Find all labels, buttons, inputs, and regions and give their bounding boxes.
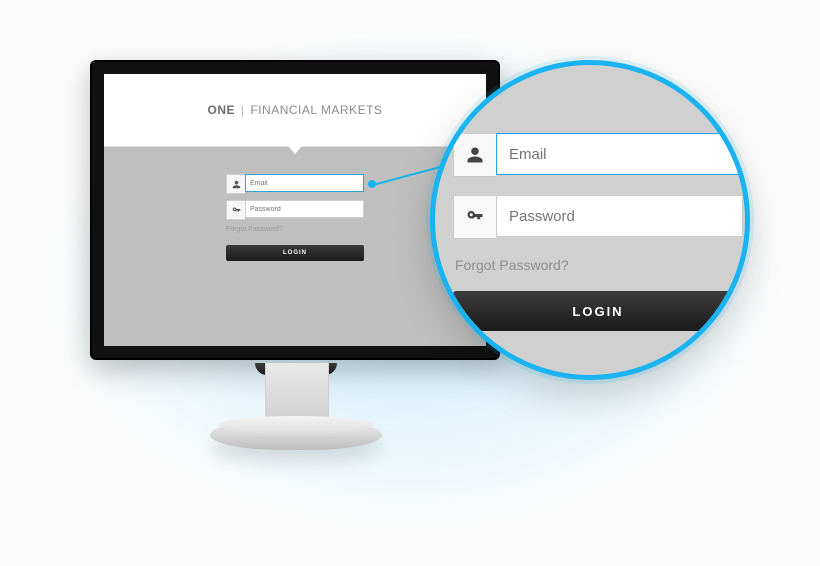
- password-field: [453, 195, 743, 239]
- login-button[interactable]: LOGIN: [453, 291, 743, 331]
- monitor-stand-base-top: [218, 416, 374, 434]
- brand-rest: FINANCIAL MARKETS: [250, 103, 382, 117]
- screen-header: ONE | FINANCIAL MARKETS: [104, 74, 486, 147]
- email-field-small: [226, 174, 364, 194]
- brand-logo: ONE | FINANCIAL MARKETS: [208, 103, 383, 117]
- header-notch: [288, 146, 302, 154]
- user-icon: [226, 174, 245, 194]
- email-input-small[interactable]: [245, 174, 364, 192]
- brand-bold: ONE: [208, 103, 236, 117]
- email-input[interactable]: [496, 133, 743, 175]
- forgot-password-link[interactable]: Forgot Password?: [455, 257, 743, 273]
- login-form-small: Forgot Password? LOGIN: [226, 174, 364, 261]
- password-input-small[interactable]: [245, 200, 364, 218]
- key-icon: [453, 195, 496, 239]
- screen: ONE | FINANCIAL MARKETS Forgot Pa: [104, 74, 486, 346]
- password-field-small: [226, 200, 364, 220]
- forgot-password-link-small[interactable]: Forgot Password?: [226, 226, 364, 233]
- login-form-large: Forgot Password? LOGIN: [453, 133, 743, 331]
- key-icon: [226, 200, 245, 220]
- password-input[interactable]: [496, 195, 743, 237]
- user-icon: [453, 133, 496, 177]
- zoom-callout: Forgot Password? LOGIN: [430, 60, 750, 380]
- login-button-small[interactable]: LOGIN: [226, 245, 364, 261]
- email-field: [453, 133, 743, 177]
